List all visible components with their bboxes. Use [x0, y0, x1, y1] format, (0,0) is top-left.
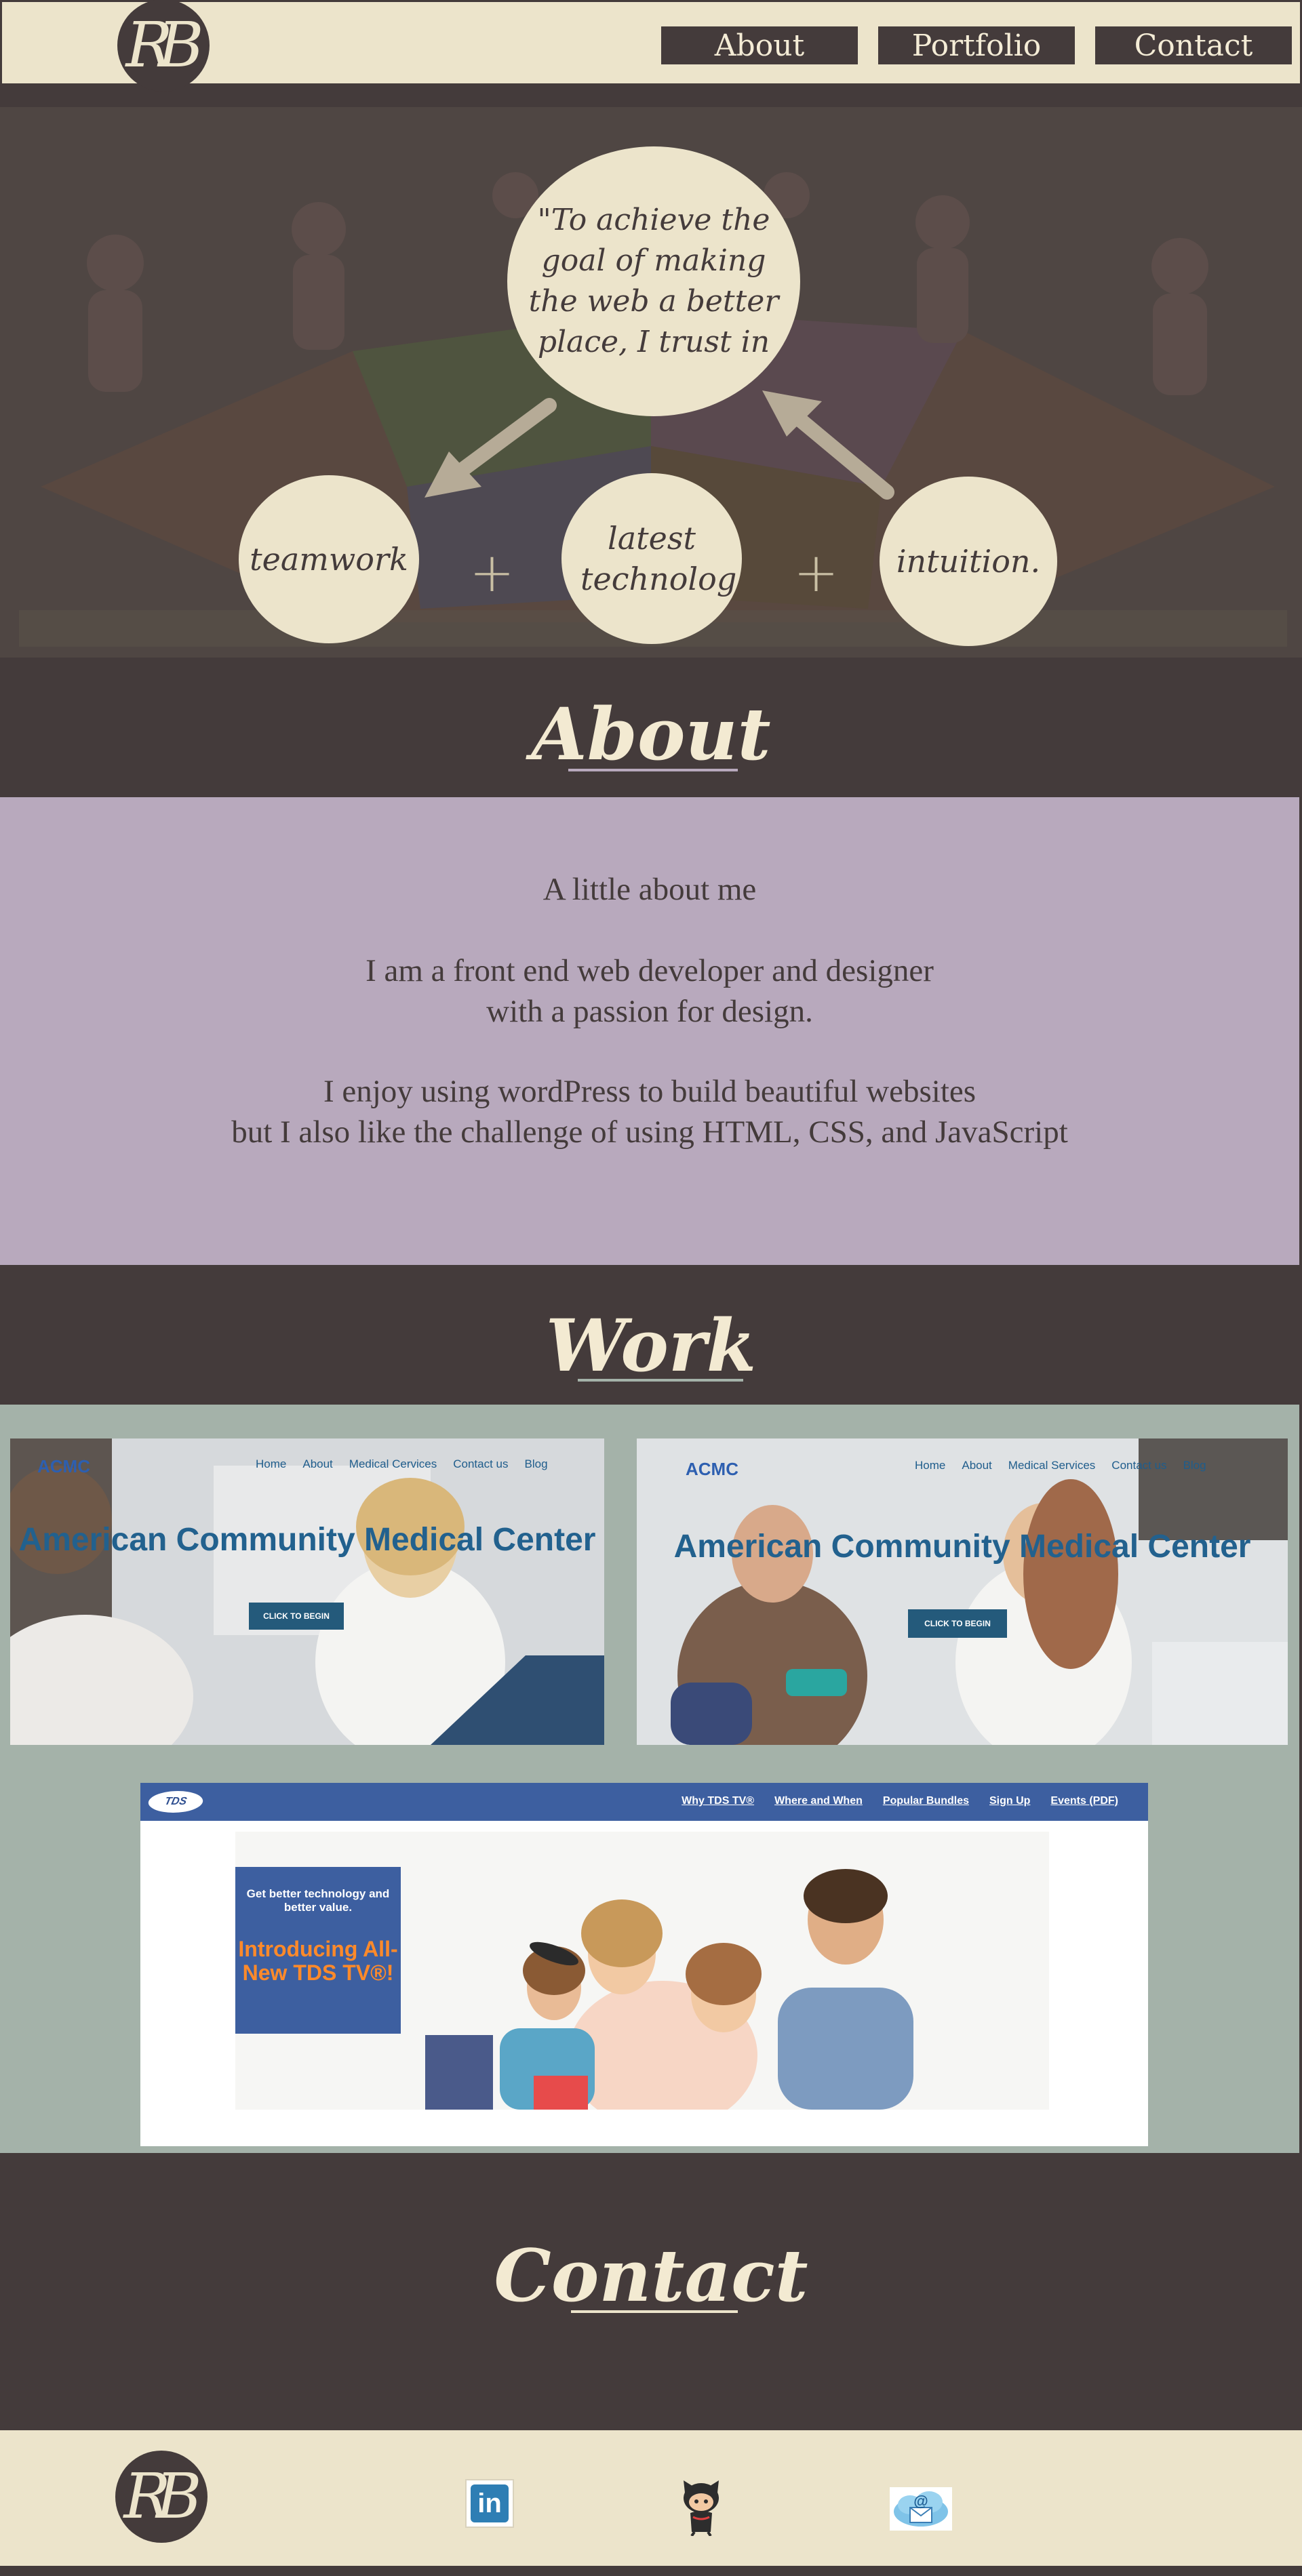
intuition-bubble: intuition.	[880, 477, 1057, 646]
about-text-line: but I also like the challenge of using H…	[231, 1114, 1068, 1150]
logo-monogram: RB	[125, 9, 204, 81]
email-icon: @	[894, 2491, 948, 2527]
hero-section: "To achieve the goal of making the web a…	[0, 107, 1302, 658]
tds-nav-item: Popular Bundles	[882, 1795, 969, 1807]
about-text-line: I am a front end web developer and desig…	[366, 953, 934, 988]
tds-nav-item: Sign Up	[989, 1795, 1031, 1807]
contact-section-title: Contact	[494, 2233, 808, 2318]
work-section-title: Work	[545, 1303, 757, 1388]
project-photo	[10, 1438, 604, 1745]
about-text-line: with a passion for design.	[486, 994, 813, 1029]
acmc-nav: Home About Medical Services Contact us B…	[915, 1459, 1206, 1472]
main-nav: About Portfolio Contact	[661, 26, 1292, 64]
acmc-cta-button: CLICK TO BEGIN	[908, 1609, 1007, 1638]
hero-quote-bubble: "To achieve the goal of making the web a…	[507, 146, 800, 416]
acmc-nav-item: Home	[915, 1459, 946, 1472]
acmc-nav-item: About	[302, 1457, 333, 1470]
plus-sign: +	[469, 541, 515, 604]
logo-monogram: RB	[123, 2460, 202, 2533]
email-link[interactable]: @	[890, 2487, 952, 2531]
about-title-underline	[568, 769, 738, 771]
about-section: A little about me I am a front end web d…	[0, 797, 1299, 1265]
footer-logo[interactable]: RB	[115, 2451, 208, 2543]
project-acmc-thumbnail-2[interactable]: ACMC Home About Medical Services Contact…	[637, 1438, 1288, 1745]
tds-logo: TDS	[146, 1791, 205, 1813]
acmc-nav-item: Medical Services	[1008, 1459, 1096, 1472]
tds-promo-headline: Introducing All-New TDS TV®!	[238, 1937, 398, 1985]
acmc-logo: ACMC	[686, 1459, 738, 1479]
contact-title-underline	[571, 2310, 738, 2313]
tds-nav-item: Events (PDF)	[1050, 1795, 1118, 1807]
work-title-underline	[578, 1379, 743, 1382]
acmc-nav-item: Home	[256, 1457, 287, 1470]
technology-bubble: latest technolog	[561, 473, 742, 644]
acmc-cta-button: CLICK TO BEGIN	[249, 1603, 344, 1630]
linkedin-icon: in	[471, 2484, 509, 2522]
acmc-logo: ACMC	[37, 1456, 90, 1476]
teamwork-bubble: teamwork	[239, 475, 419, 643]
about-section-title: About	[531, 691, 771, 776]
acmc-nav-item: Blog	[1183, 1459, 1206, 1472]
nav-portfolio-button[interactable]: Portfolio	[878, 26, 1075, 64]
acmc-site-title: American Community Medical Center	[18, 1522, 596, 1558]
about-text-line: I enjoy using wordPress to build beautif…	[323, 1074, 976, 1109]
acmc-nav-item: About	[962, 1459, 992, 1472]
contact-footer: RB in @	[0, 2430, 1302, 2566]
github-icon	[684, 2480, 719, 2536]
tds-nav-item: Why TDS TV®	[682, 1795, 755, 1807]
email-icon-label: @	[913, 2493, 928, 2510]
linkedin-icon-label: in	[477, 2488, 502, 2518]
project-tds-thumbnail[interactable]: TDS Why TDS TV® Where and When Popular B…	[140, 1783, 1148, 2146]
technology-bubble-label: latest technolog	[580, 520, 737, 597]
tds-nav: Why TDS TV® Where and When Popular Bundl…	[682, 1795, 1118, 1807]
nav-about-button[interactable]: About	[661, 26, 858, 64]
nav-contact-button[interactable]: Contact	[1095, 26, 1292, 64]
site-header: RB About Portfolio Contact	[0, 0, 1302, 92]
project-photo	[637, 1438, 1288, 1745]
project-acmc-thumbnail-1[interactable]: ACMC Home About Medical Cervices Contact…	[10, 1438, 604, 1745]
acmc-nav-item: Contact us	[453, 1457, 509, 1470]
tds-nav-item: Where and When	[774, 1795, 863, 1807]
github-link[interactable]	[674, 2479, 728, 2536]
work-section: ACMC Home About Medical Cervices Contact…	[0, 1405, 1299, 2153]
linkedin-link[interactable]: in	[465, 2479, 514, 2528]
acmc-site-title: American Community Medical Center	[673, 1529, 1251, 1565]
acmc-nav-item: Blog	[524, 1457, 548, 1470]
tds-promo-tagline: Get better technology and better value.	[246, 1887, 390, 1914]
tds-promo-box: Get better technology and better value. …	[235, 1867, 401, 2034]
acmc-nav-item: Medical Cervices	[349, 1457, 437, 1470]
acmc-nav-item: Contact us	[1111, 1459, 1167, 1472]
acmc-nav: Home About Medical Cervices Contact us B…	[256, 1457, 548, 1471]
site-logo[interactable]: RB	[117, 0, 210, 92]
plus-sign: +	[793, 541, 840, 604]
about-heading: A little about me	[542, 872, 757, 907]
tds-header-bar: TDS Why TDS TV® Where and When Popular B…	[140, 1783, 1148, 1821]
